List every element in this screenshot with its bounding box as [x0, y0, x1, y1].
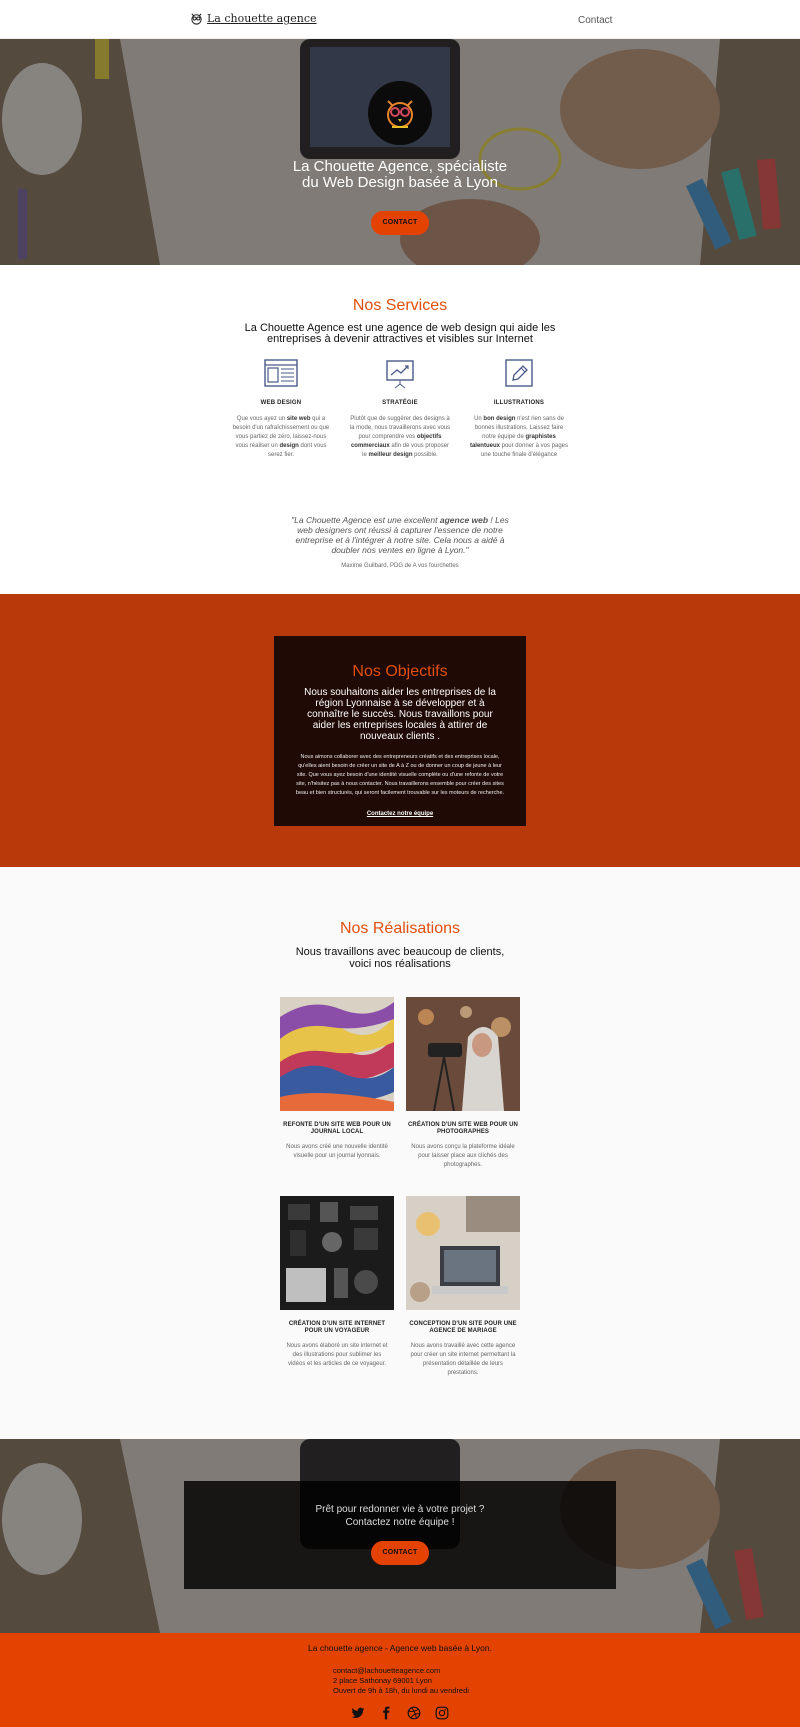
owl-logo-badge — [368, 81, 432, 145]
cta-section: Prêt pour redonner vie à votre projet ? … — [0, 1439, 800, 1633]
service-web-design: WEB DESIGN Que vous ayez un site web qui… — [231, 359, 332, 460]
objectifs-text: Nous aimons collaborer avec des entrepre… — [295, 754, 505, 796]
instagram-icon[interactable] — [435, 1706, 449, 1720]
footer-title: La chouette agence - Agence web basée à … — [308, 1643, 492, 1653]
project-card[interactable]: REFONTE D'UN SITE WEB POUR UN JOURNAL LO… — [280, 997, 394, 1196]
hero-title: La Chouette Agence, spécialiste du Web D… — [292, 158, 508, 191]
footer-hours: Ouvert de 9h à 18h, du lundi au vendredi — [333, 1686, 469, 1695]
footer-contact-info: contact@lachouetteagence.com 2 place Sat… — [333, 1666, 533, 1696]
realisations-section: Nos Réalisations Nous travaillons avec b… — [0, 867, 800, 1439]
hero-section: La Chouette Agence, spécialiste du Web D… — [0, 39, 800, 265]
objectifs-section: Nos Objectifs Nous souhaitons aider les … — [0, 594, 800, 867]
cta-line-2: Contactez notre équipe ! — [345, 1517, 455, 1528]
project-photographer-image — [406, 997, 520, 1111]
project-title: CRÉATION D'UN SITE INTERNET POUR UN VOYA… — [288, 1321, 386, 1334]
brand-name: La chouette agence — [207, 12, 317, 25]
twitter-icon[interactable] — [351, 1706, 365, 1720]
service-title: ILLUSTRATIONS — [493, 400, 545, 406]
footer-address: 2 place Sathonay 69001 Lyon — [333, 1676, 432, 1685]
social-links — [0, 1706, 800, 1720]
service-title: WEB DESIGN — [260, 400, 302, 406]
objectifs-lead: Nous souhaitons aider les entreprises de… — [304, 687, 496, 742]
project-description: Nous avons créé une nouvelle identité vi… — [286, 1144, 388, 1159]
brand-logo[interactable]: La chouette agence — [190, 12, 317, 25]
cta-panel: Prêt pour redonner vie à votre projet ? … — [184, 1481, 616, 1589]
project-magazines-image — [280, 997, 394, 1111]
service-strategy: STRATÉGIE Plutôt que de suggérer des des… — [350, 359, 451, 460]
service-description: Un bon design n'est rien sans de bonnes … — [469, 416, 569, 458]
cta-line-1: Prêt pour redonner vie à votre projet ? — [315, 1504, 485, 1515]
project-laptop-image — [406, 1196, 520, 1310]
realisations-lead: Nous travaillons avec beaucoup de client… — [295, 946, 505, 970]
testimonial-author: Maxime Guilbard, PDG de A vos fourchette… — [341, 563, 459, 569]
contact-team-link[interactable]: Contactez notre équipe — [274, 811, 526, 817]
services-list: WEB DESIGN Que vous ayez un site web qui… — [0, 359, 800, 460]
service-description: Plutôt que de suggérer des designs à la … — [349, 416, 451, 458]
strategy-chart-icon — [386, 360, 414, 389]
web-design-icon — [264, 359, 298, 387]
top-bar: La chouette agence Contact — [0, 0, 800, 39]
objectifs-heading: Nos Objectifs — [352, 663, 448, 680]
project-title: CONCEPTION D'UN SITE POUR UNE AGENCE DE … — [409, 1321, 517, 1334]
project-description: Nous avons travaillé avec cette agence p… — [410, 1343, 516, 1376]
project-card[interactable]: CONCEPTION D'UN SITE POUR UNE AGENCE DE … — [406, 1196, 520, 1395]
realisations-heading: Nos Réalisations — [339, 920, 461, 937]
project-card[interactable]: CRÉATION D'UN SITE INTERNET POUR UN VOYA… — [280, 1196, 394, 1395]
project-travel-gear-image — [280, 1196, 394, 1310]
projects-grid: REFONTE D'UN SITE WEB POUR UN JOURNAL LO… — [280, 997, 520, 1395]
hero-contact-button[interactable]: CONTACT — [371, 211, 429, 235]
owl-icon — [387, 100, 413, 128]
service-title: STRATÉGIE — [382, 400, 418, 406]
dribbble-icon[interactable] — [407, 1706, 421, 1720]
pencil-icon — [505, 359, 533, 387]
project-description: Nous avons conçu la plateforme idéale po… — [411, 1144, 515, 1168]
hero-content: La Chouette Agence, spécialiste du Web D… — [0, 81, 800, 235]
services-heading: Nos Services — [352, 297, 448, 314]
nav-contact-link[interactable]: Contact — [578, 15, 612, 26]
facebook-icon[interactable] — [379, 1706, 393, 1720]
cta-contact-button[interactable]: CONTACT — [371, 1541, 429, 1565]
project-title: REFONTE D'UN SITE WEB POUR UN JOURNAL LO… — [283, 1122, 391, 1135]
objectifs-card: Nos Objectifs Nous souhaitons aider les … — [274, 636, 526, 826]
footer: La chouette agence - Agence web basée à … — [0, 1633, 800, 1727]
services-section: Nos Services La Chouette Agence est une … — [0, 265, 800, 571]
service-description: Que vous ayez un site web qui a besoin d… — [232, 416, 330, 458]
service-illustrations: ILLUSTRATIONS Un bon design n'est rien s… — [469, 359, 570, 460]
owl-logo-icon — [191, 13, 202, 25]
project-title: CRÉATION D'UN SITE WEB POUR UN PHOTOGRAP… — [408, 1122, 518, 1135]
footer-email[interactable]: contact@lachouetteagence.com — [333, 1666, 533, 1676]
project-description: Nous avons élaboré un site internet et d… — [286, 1343, 388, 1367]
testimonial-quote: "La Chouette Agence est une excellent ag… — [291, 515, 509, 569]
services-lead: La Chouette Agence est une agence de web… — [244, 322, 556, 345]
project-card[interactable]: CRÉATION D'UN SITE WEB POUR UN PHOTOGRAP… — [406, 997, 520, 1196]
